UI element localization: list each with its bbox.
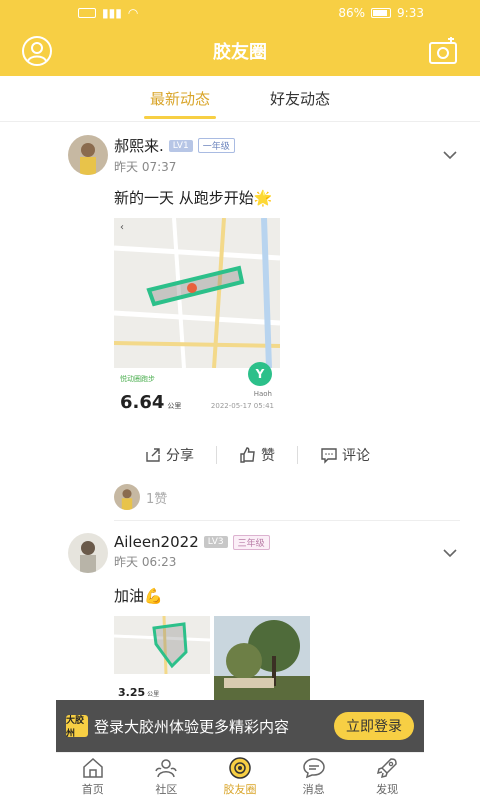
run-map: ‹ [114,218,280,369]
run-user: Haoh [253,390,272,398]
post-text: 加油💪 [114,587,163,605]
status-bar: ▮▮▮ ◠ 86% 9:33 [0,0,480,26]
discover-icon [377,758,397,779]
run-logo-icon: Y [248,362,272,386]
clock: 9:33 [397,6,424,20]
nav-home-label: 首页 [81,783,104,796]
app-screen: ▮▮▮ ◠ 86% 9:33 胶友圈 最新动态 好友动态 郝熙来. LV1 一年… [0,0,480,800]
grade-badge: 三年级 [232,534,270,550]
post-time: 昨天 07:37 [114,160,177,174]
message-icon [302,758,325,779]
level-badge: LV1 [168,139,193,152]
camera-button[interactable] [426,34,460,68]
post-actions: 分享 赞 评论 [20,432,460,478]
like-button[interactable]: 赞 [239,445,275,465]
nav-community[interactable]: 社区 [130,753,204,800]
right-margin [424,700,480,800]
run-date: 2022-05-17 05:41 [210,402,274,410]
nav-messages[interactable]: 消息 [277,753,351,800]
post-card: 郝熙来. LV1 一年级 昨天 07:37 新的一天 从跑步开始🌟 ‹ 悦动圈跑… [0,123,480,521]
nav-circle-label: 胶友圈 [223,783,257,796]
battery-icon [371,8,392,18]
home-icon [83,757,103,778]
run-distance: 6.64 [120,392,165,413]
chevron-down-icon[interactable] [440,145,460,165]
run-map [114,616,210,675]
likes-row: 1赞 [114,484,460,510]
action-divider [297,446,298,464]
avatar[interactable] [68,135,108,175]
action-divider [216,446,217,464]
nav-circle[interactable]: 胶友圈 [203,753,277,800]
page-title: 胶友圈 [213,42,267,63]
login-button[interactable]: 立即登录 [334,712,414,740]
liker-avatar[interactable] [114,484,140,510]
nav-discover[interactable]: 发现 [350,753,424,800]
svg-text:‹: ‹ [120,222,124,233]
run-unit: 公里 [147,691,160,698]
nav-discover-label: 发现 [376,783,399,796]
author-name[interactable]: Aileen2022 [114,533,199,551]
run-screenshot[interactable]: ‹ 悦动圈跑步 6.64 公里 2022-05-17 05:41 Y Haoh [114,218,280,422]
tab-friends[interactable]: 好友动态 [270,76,330,121]
post-time: 昨天 06:23 [114,555,177,569]
run-distance: 3.25 [118,686,146,699]
sim-icon [78,8,96,18]
login-prompt: 登录大胶州体验更多精彩内容 [94,717,290,736]
feed-tabs: 最新动态 好友动态 [0,76,480,122]
chevron-down-icon[interactable] [440,543,460,563]
post-card: Aileen2022 LV3 三年级 昨天 06:23 加油💪 3.25 公里 [0,521,480,700]
wifi-icon: ◠ [127,6,139,20]
level-badge: LV3 [203,536,228,548]
bottom-nav: 首页 社区 胶友圈 消息 发现 [56,752,424,800]
thumb-up-icon [240,447,255,463]
community-icon [155,759,178,778]
share-label: 分享 [166,448,194,464]
signal-icon: ▮▮▮ [102,6,122,20]
comment-icon [321,448,337,464]
profile-button[interactable] [20,34,54,68]
post-text: 新的一天 从跑步开始🌟 [114,189,273,207]
feed: 郝熙来. LV1 一年级 昨天 07:37 新的一天 从跑步开始🌟 ‹ 悦动圈跑… [0,123,480,700]
like-label: 赞 [261,448,275,464]
nav-messages-label: 消息 [302,783,325,796]
circle-icon [229,757,251,779]
app-logo: 大胶州 [66,715,88,739]
login-banner: 大胶州 登录大胶州体验更多精彩内容 立即登录 [56,700,424,752]
battery-percent: 86% [338,6,366,20]
author-name[interactable]: 郝熙来. [114,135,164,156]
top-bar: ▮▮▮ ◠ 86% 9:33 胶友圈 [0,0,480,76]
park-image [214,616,310,700]
likes-count: 1赞 [146,491,168,507]
post-photo[interactable] [214,616,310,700]
nav-community-label: 社区 [155,783,178,796]
run-unit: 公里 [167,402,182,410]
share-icon [146,448,160,462]
run-screenshot[interactable]: 3.25 公里 [114,616,210,700]
grade-badge: 一年级 [197,138,235,153]
comment-label: 评论 [342,448,370,464]
nav-home[interactable]: 首页 [56,753,130,800]
user-icon [22,36,52,66]
avatar[interactable] [68,533,108,573]
header: 胶友圈 [0,26,480,76]
comment-button[interactable]: 评论 [320,445,370,465]
share-button[interactable]: 分享 [144,445,194,465]
camera-icon [429,37,457,64]
left-margin [0,700,56,800]
tab-latest[interactable]: 最新动态 [143,76,217,121]
